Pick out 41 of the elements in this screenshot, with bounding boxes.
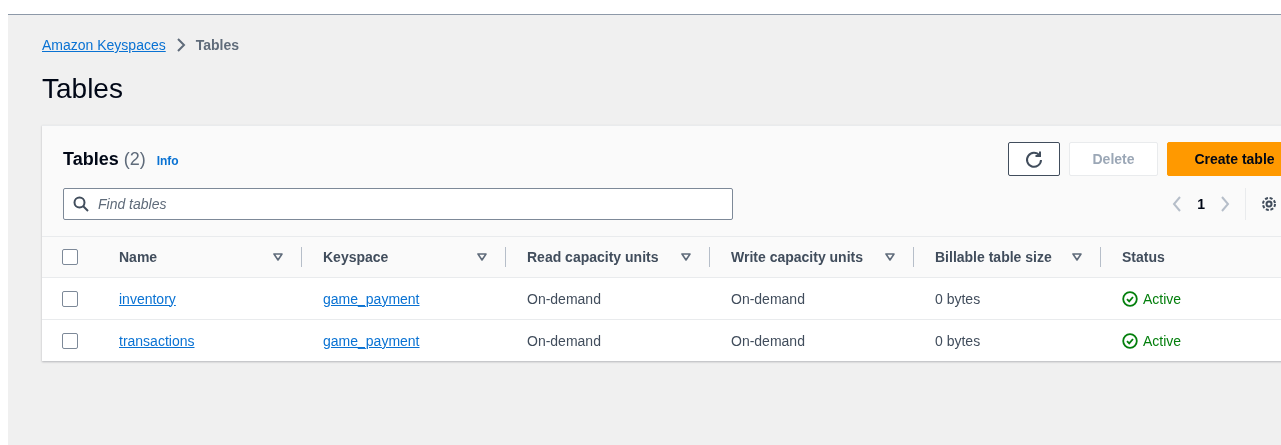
sort-icon[interactable] <box>476 252 488 262</box>
page-number[interactable]: 1 <box>1197 196 1205 212</box>
sort-icon[interactable] <box>680 252 692 262</box>
table-name-link[interactable]: inventory <box>119 290 176 307</box>
column-header[interactable]: Status <box>1122 249 1165 265</box>
chevron-right-icon <box>175 37 186 53</box>
column-header[interactable]: Write capacity units <box>731 249 863 265</box>
check-circle-icon <box>1122 332 1138 349</box>
keyspace-link[interactable]: game_payment <box>323 332 420 349</box>
select-all-checkbox[interactable] <box>62 249 78 265</box>
table-cell: On-demand <box>731 332 805 349</box>
table-cell: On-demand <box>731 290 805 307</box>
column-header[interactable]: Read capacity units <box>527 249 659 265</box>
create-button[interactable]: Create table <box>1167 142 1281 176</box>
page-title: Tables <box>42 73 124 105</box>
search-field[interactable]: Find tables <box>63 188 733 220</box>
status-text: Active <box>1143 332 1182 349</box>
refresh-button[interactable] <box>1008 142 1060 176</box>
sort-icon[interactable] <box>1071 252 1083 262</box>
breadcrumb-current: Tables <box>195 37 240 53</box>
column-header[interactable]: Name <box>119 249 158 265</box>
panel-title: Tables <box>63 148 119 170</box>
table-name-link[interactable]: transactions <box>119 332 195 349</box>
sort-icon[interactable] <box>884 252 896 262</box>
check-circle-icon <box>1122 290 1138 307</box>
settings-icon[interactable] <box>1260 195 1278 213</box>
table-cell: 0 bytes <box>935 290 981 307</box>
table-cell: On-demand <box>527 290 601 307</box>
row-checkbox[interactable] <box>62 332 78 349</box>
table-count: (2) <box>123 148 146 170</box>
column-header[interactable]: Billable table size <box>935 249 1052 265</box>
column-header[interactable]: Keyspace <box>323 249 389 265</box>
status-text: Active <box>1143 290 1182 307</box>
info-link[interactable]: Info <box>156 153 179 168</box>
refresh-icon <box>1024 149 1044 169</box>
sort-icon[interactable] <box>272 252 284 262</box>
breadcrumb-link[interactable]: Amazon Keyspaces <box>42 37 166 53</box>
keyspace-link[interactable]: game_payment <box>323 290 420 307</box>
table-cell: On-demand <box>527 332 601 349</box>
row-checkbox[interactable] <box>62 290 78 307</box>
table-cell: 0 bytes <box>935 332 981 349</box>
